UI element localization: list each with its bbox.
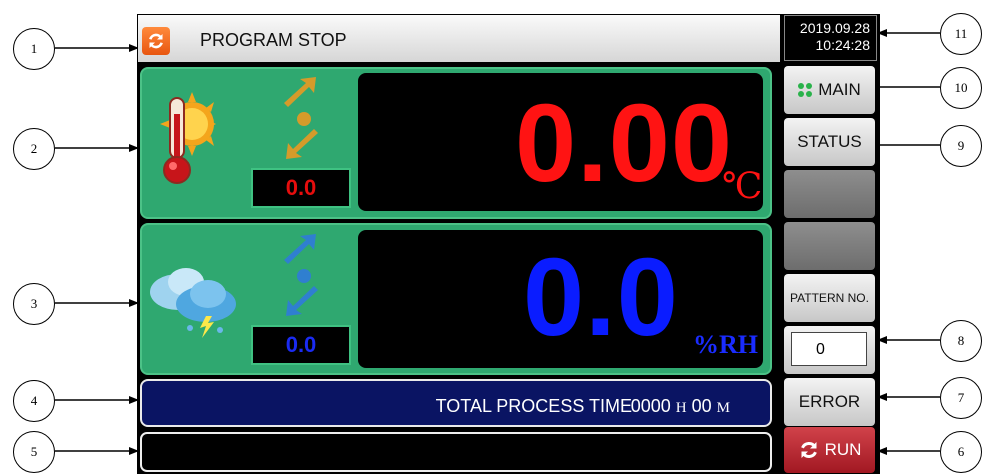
pattern-no-label: PATTERN NO. [784,274,875,322]
callout-5: 5 [13,431,55,473]
thermometer-sun-icon [160,92,216,184]
humidity-setpoint[interactable]: 0.0 [251,325,351,365]
callout-7: 7 [940,377,982,419]
humidity-unit: %RH [693,330,758,359]
cloud-rain-icon [150,268,236,338]
callout-3: 3 [13,283,55,325]
temperature-value: 0.00 [515,82,734,205]
pattern-no-input[interactable]: 0 [791,332,867,366]
main-button[interactable]: MAIN [784,66,875,114]
process-time-hours: 0000 [630,396,671,416]
status-button[interactable]: STATUS [784,118,875,166]
temperature-setpoint[interactable]: 0.0 [251,168,351,208]
ramp-arrows-icon [284,77,318,159]
status-button-label: STATUS [797,132,862,151]
error-button-label: ERROR [798,392,861,411]
hours-unit: H [675,400,687,416]
grid-dots-icon [798,83,813,97]
callout-2: 2 [13,128,55,170]
time-text: 10:24:28 [815,37,871,53]
blank-button-1[interactable] [784,170,875,218]
pattern-no-text: PATTERN NO. [790,291,869,305]
total-process-time-bar: TOTAL PROCESS TIME 0000 H 00 M [140,379,772,427]
callout-6: 6 [940,431,982,473]
process-time-label: TOTAL PROCESS TIME [435,396,632,416]
humidity-value: 0.0 [523,236,679,359]
process-time-value: 0000 H 00 M [631,396,730,417]
process-time-minutes: 00 [691,396,712,416]
main-button-label: MAIN [818,80,861,99]
pattern-no-field-wrap: 0 [784,326,875,374]
program-status-title: PROGRAM STOP [200,30,347,50]
blank-button-2[interactable] [784,222,875,270]
callout-8: 8 [940,320,982,362]
date-text: 2019.09.28 [799,20,870,36]
datetime-display: 2019.09.28 10:24:28 [784,15,877,61]
temperature-unit: ℃ [722,166,763,206]
minutes-unit: M [716,400,730,416]
callout-4: 4 [13,380,55,422]
refresh-icon [800,442,817,458]
sync-button[interactable] [142,27,170,55]
callout-1: 1 [13,28,55,70]
run-button-label: RUN [824,440,862,459]
error-button[interactable]: ERROR [784,378,875,426]
ramp-arrows-icon [284,234,318,316]
callout-9: 9 [940,125,982,167]
run-button[interactable]: RUN [784,427,875,473]
sync-icon [149,33,163,49]
callout-10: 10 [940,67,982,109]
message-bar [140,432,772,472]
callout-11: 11 [940,13,982,55]
